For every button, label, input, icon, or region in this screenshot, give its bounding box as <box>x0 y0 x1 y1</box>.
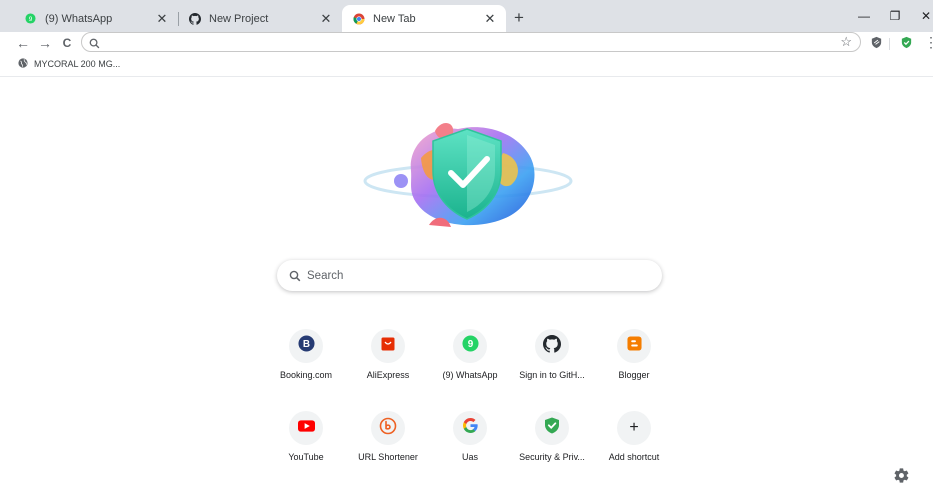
tab-new-project[interactable]: New Project ✕ <box>178 5 342 32</box>
tab-title: (9) WhatsApp <box>45 12 113 25</box>
svg-text:B: B <box>302 339 309 350</box>
blogger-icon <box>626 336 642 356</box>
shortcut-youtube[interactable]: YouTube <box>264 411 348 483</box>
shortcut-uas[interactable]: Uas <box>428 411 512 483</box>
shortcut-booking[interactable]: B Booking.com <box>264 329 348 401</box>
shortcut-label: Security & Priv... <box>519 452 585 462</box>
bookmark-item[interactable]: MYCORAL 200 MG... <box>18 58 120 70</box>
shortcut-label: (9) WhatsApp <box>442 370 498 380</box>
chrome-icon <box>352 12 365 25</box>
tab-whatsapp[interactable]: 9 (9) WhatsApp ✕ <box>14 5 178 32</box>
shortcut-label: AliExpress <box>366 370 410 380</box>
shortcut-label: Uas <box>461 452 478 462</box>
security-shield-illustration <box>363 113 573 233</box>
github-icon <box>188 12 201 25</box>
shortcut-label: Blogger <box>618 370 650 380</box>
youtube-icon <box>297 419 315 437</box>
shortcut-icon-tile <box>535 411 569 445</box>
shortcut-icon-tile: + <box>617 411 651 445</box>
shield-icon <box>544 417 560 439</box>
bookmarks-bar: MYCORAL 200 MG... <box>0 54 933 77</box>
reload-button[interactable]: C <box>58 34 76 52</box>
new-tab-button[interactable]: + <box>510 9 528 27</box>
shortcut-icon-tile <box>535 329 569 363</box>
search-icon <box>289 269 301 287</box>
shortcut-icon-tile <box>371 329 405 363</box>
add-shortcut-button[interactable]: + Add shortcut <box>592 411 676 483</box>
close-icon[interactable]: ✕ <box>482 11 498 27</box>
bitly-icon <box>379 417 397 440</box>
menu-icon[interactable]: ⋮ <box>924 35 933 49</box>
restore-button[interactable]: ❐ <box>884 6 906 26</box>
svg-text:9: 9 <box>29 16 33 23</box>
tab-new-tab[interactable]: New Tab ✕ <box>342 5 506 32</box>
tab-title: New Tab <box>373 12 416 25</box>
shortcut-label: Sign in to GitH... <box>519 370 585 380</box>
shortcut-security-privacy[interactable]: Security & Priv... <box>510 411 594 483</box>
shortcut-label: URL Shortener <box>358 452 418 462</box>
minimize-button[interactable]: — <box>853 6 875 26</box>
shortcut-url-shortener[interactable]: URL Shortener <box>346 411 430 483</box>
svg-text:9: 9 <box>467 339 473 350</box>
shortcut-icon-tile <box>453 411 487 445</box>
back-button[interactable]: ← <box>14 34 32 52</box>
whatsapp-icon: 9 <box>24 12 37 25</box>
shield-extension-icon[interactable] <box>900 36 914 50</box>
shortcut-aliexpress[interactable]: AliExpress <box>346 329 430 401</box>
gear-icon[interactable] <box>893 467 910 484</box>
bookmark-label: MYCORAL 200 MG... <box>34 59 121 69</box>
aliexpress-icon <box>381 337 395 356</box>
booking-icon: B <box>297 335 315 357</box>
extension-icon[interactable] <box>870 36 884 50</box>
whatsapp-icon: 9 <box>461 335 479 357</box>
close-icon[interactable]: ✕ <box>318 11 334 27</box>
search-box[interactable] <box>277 260 662 291</box>
forward-button[interactable]: → <box>36 34 54 52</box>
shortcut-icon-tile: 9 <box>453 329 487 363</box>
address-bar[interactable]: ☆ <box>81 32 861 52</box>
shortcut-icon-tile: B <box>289 329 323 363</box>
shortcut-github[interactable]: Sign in to GitH... <box>510 329 594 401</box>
shortcut-label: Booking.com <box>279 370 333 380</box>
shortcut-blogger[interactable]: Blogger <box>592 329 676 401</box>
plus-icon: + <box>629 419 639 436</box>
google-icon <box>462 418 478 438</box>
close-icon[interactable]: ✕ <box>154 11 170 27</box>
shortcut-icon-tile <box>617 329 651 363</box>
bookmark-star-icon[interactable]: ☆ <box>840 34 852 50</box>
shortcut-label: Add shortcut <box>608 452 660 462</box>
shortcut-whatsapp[interactable]: 9 (9) WhatsApp <box>428 329 512 401</box>
shortcut-icon-tile <box>289 411 323 445</box>
github-icon <box>543 334 562 358</box>
shortcut-label: YouTube <box>288 452 324 462</box>
globe-icon <box>18 58 28 70</box>
toolbar: ← → C ☆ ⋮ <box>0 32 933 54</box>
search-input[interactable] <box>305 266 639 286</box>
toolbar-divider <box>889 38 890 50</box>
search-icon <box>89 36 100 54</box>
window-close-button[interactable]: ✕ <box>915 6 933 26</box>
tab-title: New Project <box>209 12 269 25</box>
shortcut-icon-tile <box>371 411 405 445</box>
tab-strip: 9 (9) WhatsApp ✕ New Project ✕ New Tab ✕… <box>0 0 933 32</box>
